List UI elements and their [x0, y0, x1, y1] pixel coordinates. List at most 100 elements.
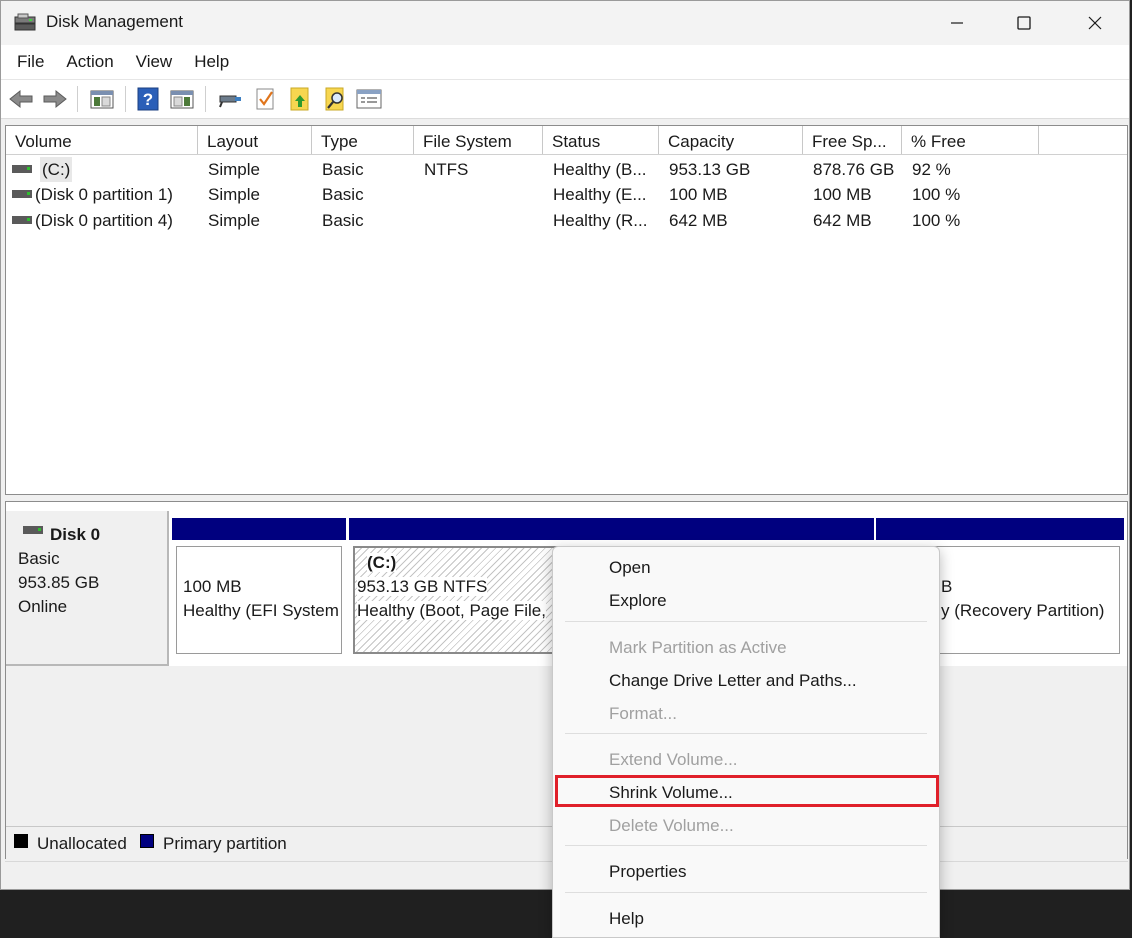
folder-up-button[interactable]: [287, 86, 313, 112]
partition-size: 100 MB: [183, 577, 242, 596]
menu-separator: [565, 621, 927, 622]
partition-size: 953.13 GB NTFS: [357, 577, 488, 596]
cell-status: Healthy (B...: [553, 160, 647, 179]
cell-percent-free: 92 %: [912, 160, 951, 179]
menu-file[interactable]: File: [1, 45, 55, 79]
forward-button[interactable]: [42, 86, 68, 112]
volume-list: Volume Layout Type File System Status Ca…: [5, 125, 1128, 495]
toolbar-separator: [77, 86, 78, 112]
search-folder-icon: [325, 87, 344, 111]
partition-status: Healthy (Boot, Page File,: [357, 601, 546, 620]
search-folder-button[interactable]: [322, 86, 348, 112]
connect-icon: [219, 95, 241, 108]
checklist-icon: [256, 88, 274, 110]
column-header-percent-free[interactable]: % Free: [902, 126, 1039, 154]
close-icon: [1088, 16, 1102, 30]
shrink-volume-highlight: [555, 775, 939, 807]
cell-status: Healthy (E...: [553, 185, 647, 204]
cell-free-space: 642 MB: [813, 211, 872, 230]
menu-action[interactable]: Action: [55, 45, 124, 79]
cell-capacity: 953.13 GB: [669, 160, 751, 179]
menu-item-properties[interactable]: Properties: [609, 860, 686, 884]
column-header-free-space[interactable]: Free Sp...: [803, 126, 902, 154]
menu-help[interactable]: Help: [183, 45, 240, 79]
menu-bar: File Action View Help: [1, 45, 1129, 79]
column-header-type[interactable]: Type: [312, 126, 414, 154]
disk-management-icon: [14, 13, 36, 31]
forward-icon: [43, 89, 67, 109]
show-hide-console-tree-icon: [90, 90, 114, 109]
menu-view[interactable]: View: [125, 45, 184, 79]
drive-icon: [12, 165, 32, 173]
menu-item-change-drive-letter[interactable]: Change Drive Letter and Paths...: [609, 669, 857, 693]
column-header-volume[interactable]: Volume: [6, 126, 198, 154]
partition-efi[interactable]: 100 MB Healthy (EFI System: [172, 518, 346, 658]
minimize-button[interactable]: [922, 1, 992, 45]
column-header-capacity[interactable]: Capacity: [659, 126, 803, 154]
cell-volume: (Disk 0 partition 1): [35, 185, 173, 204]
partition-size: B: [941, 577, 953, 596]
cell-volume: (Disk 0 partition 4): [35, 211, 173, 230]
drive-icon: [12, 216, 32, 224]
column-header-layout[interactable]: Layout: [198, 126, 312, 154]
drive-icon: [23, 526, 43, 534]
svg-text:?: ?: [143, 90, 153, 109]
cell-free-space: 878.76 GB: [813, 160, 895, 179]
menu-separator: [565, 892, 927, 893]
cell-type: Basic: [322, 160, 364, 179]
cell-percent-free: 100 %: [912, 211, 961, 230]
menu-item-explore[interactable]: Explore: [609, 589, 667, 613]
connect-button[interactable]: [217, 86, 243, 112]
drive-icon: [12, 190, 32, 198]
menu-item-extend-volume: Extend Volume...: [609, 750, 738, 769]
unallocated-swatch: [14, 834, 28, 848]
help-button[interactable]: ?: [135, 86, 161, 112]
title-bar: Disk Management: [1, 1, 1129, 45]
toolbar-separator: [125, 86, 126, 112]
list-header: Volume Layout Type File System Status Ca…: [6, 126, 1127, 155]
partition-status: y (Recovery Partition): [941, 601, 1105, 620]
folder-up-icon: [290, 87, 309, 111]
disk-0-label[interactable]: Disk 0 Basic 953.85 GB Online: [6, 511, 169, 666]
back-button[interactable]: [8, 86, 34, 112]
maximize-button[interactable]: [989, 1, 1059, 45]
cell-type: Basic: [322, 185, 364, 204]
disk-size: 953.85 GB: [18, 573, 100, 592]
show-hide-console-tree-button[interactable]: [89, 86, 115, 112]
toolbar: ?: [1, 79, 1129, 119]
cell-capacity: 100 MB: [669, 185, 728, 204]
cell-type: Basic: [322, 211, 364, 230]
partition-letter: (C:): [367, 553, 397, 572]
minimize-icon: [951, 22, 963, 24]
cell-capacity: 642 MB: [669, 211, 728, 230]
table-row[interactable]: (C:) Simple Basic NTFS Healthy (B... 953…: [6, 157, 1127, 182]
cell-layout: Simple: [208, 211, 260, 230]
menu-item-mark-partition-active: Mark Partition as Active: [609, 638, 787, 657]
properties-list-button[interactable]: [356, 86, 382, 112]
action-pane-button[interactable]: [169, 86, 195, 112]
primary-partition-swatch: [140, 834, 154, 848]
maximize-icon: [1017, 16, 1031, 30]
menu-item-open[interactable]: Open: [609, 556, 651, 580]
legend-primary-partition: Primary partition: [163, 834, 287, 853]
menu-separator: [565, 733, 927, 734]
partition-bar: [876, 518, 1124, 540]
menu-separator: [565, 845, 927, 846]
cell-volume: (C:): [40, 157, 73, 182]
column-header-file-system[interactable]: File System: [414, 126, 543, 154]
legend-unallocated: Unallocated: [37, 834, 127, 853]
help-icon: ?: [137, 87, 159, 111]
table-row[interactable]: (Disk 0 partition 4) Simple Basic Health…: [6, 208, 1127, 233]
checklist-button[interactable]: [252, 86, 278, 112]
menu-item-help[interactable]: Help: [609, 907, 644, 931]
action-pane-icon: [170, 90, 194, 109]
partition-body: 100 MB Healthy (EFI System: [176, 546, 342, 654]
context-menu: Open Explore Mark Partition as Active Ch…: [552, 546, 940, 938]
column-header-status[interactable]: Status: [543, 126, 659, 154]
table-row[interactable]: (Disk 0 partition 1) Simple Basic Health…: [6, 182, 1127, 207]
cell-status: Healthy (R...: [553, 211, 648, 230]
cell-free-space: 100 MB: [813, 185, 872, 204]
close-button[interactable]: [1060, 1, 1130, 45]
cell-layout: Simple: [208, 160, 260, 179]
cell-percent-free: 100 %: [912, 185, 961, 204]
